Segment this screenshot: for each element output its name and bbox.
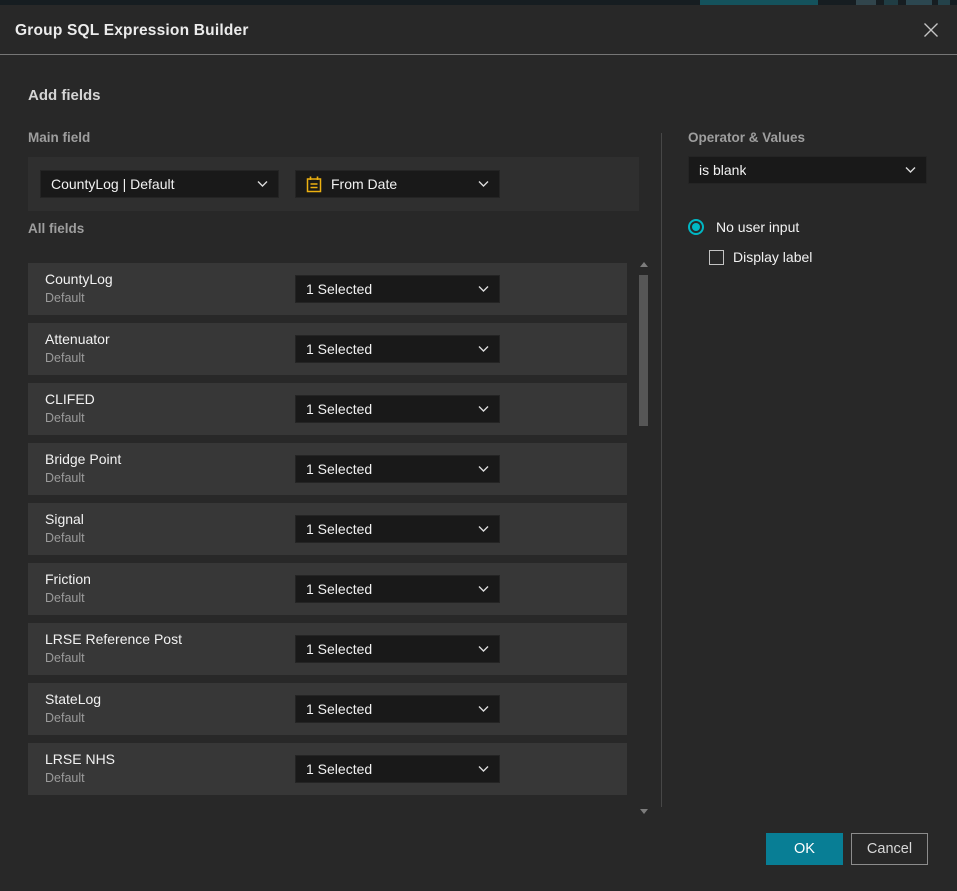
- field-values-select-value: 1 Selected: [306, 701, 372, 717]
- field-values-select-value: 1 Selected: [306, 581, 372, 597]
- cancel-button[interactable]: Cancel: [851, 833, 928, 865]
- titlebar-divider: [0, 54, 957, 55]
- field-values-select-value: 1 Selected: [306, 521, 372, 537]
- field-values-select[interactable]: 1 Selected: [295, 335, 500, 363]
- field-subtitle: Default: [45, 591, 85, 605]
- field-subtitle: Default: [45, 411, 85, 425]
- field-name: Friction: [45, 571, 91, 587]
- operator-values-label: Operator & Values: [688, 130, 805, 145]
- field-row: CountyLog Default 1 Selected: [28, 263, 627, 315]
- scrollbar-up-arrow-icon[interactable]: [640, 262, 648, 267]
- fields-list-scrollbar[interactable]: [639, 256, 649, 817]
- operator-select[interactable]: is blank: [688, 156, 927, 184]
- field-values-select[interactable]: 1 Selected: [295, 755, 500, 783]
- chevron-down-icon: [905, 167, 916, 174]
- field-values-select[interactable]: 1 Selected: [295, 695, 500, 723]
- field-values-select[interactable]: 1 Selected: [295, 515, 500, 543]
- field-values-select[interactable]: 1 Selected: [295, 455, 500, 483]
- field-values-select[interactable]: 1 Selected: [295, 395, 500, 423]
- operator-select-value: is blank: [699, 162, 746, 178]
- field-values-select-value: 1 Selected: [306, 401, 372, 417]
- chevron-down-icon: [478, 466, 489, 473]
- field-name: StateLog: [45, 691, 101, 707]
- panel-divider: [661, 133, 662, 807]
- field-row: StateLog Default 1 Selected: [28, 683, 627, 735]
- scrollbar-down-arrow-icon[interactable]: [640, 809, 648, 814]
- scrollbar-thumb[interactable]: [639, 275, 648, 426]
- radio-selected-icon: [688, 219, 704, 235]
- chevron-down-icon: [478, 706, 489, 713]
- chevron-down-icon: [478, 181, 489, 188]
- display-label-checkbox[interactable]: Display label: [709, 249, 812, 265]
- checkbox-unchecked-icon: [709, 250, 724, 265]
- field-row: Signal Default 1 Selected: [28, 503, 627, 555]
- field-name: CLIFED: [45, 391, 95, 407]
- chevron-down-icon: [478, 526, 489, 533]
- close-button[interactable]: [918, 19, 944, 45]
- all-fields-label: All fields: [28, 221, 84, 236]
- field-row: Attenuator Default 1 Selected: [28, 323, 627, 375]
- field-subtitle: Default: [45, 351, 85, 365]
- all-fields-list: CountyLog Default 1 Selected Attenuator …: [28, 263, 627, 803]
- field-values-select-value: 1 Selected: [306, 641, 372, 657]
- chevron-down-icon: [478, 346, 489, 353]
- layer-select-value: CountyLog | Default: [51, 176, 175, 192]
- field-values-select[interactable]: 1 Selected: [295, 575, 500, 603]
- field-subtitle: Default: [45, 531, 85, 545]
- main-field-select-value: From Date: [331, 176, 397, 192]
- add-fields-heading: Add fields: [28, 87, 101, 104]
- display-label-text: Display label: [733, 249, 812, 265]
- chevron-down-icon: [478, 646, 489, 653]
- field-row: Bridge Point Default 1 Selected: [28, 443, 627, 495]
- field-name: LRSE Reference Post: [45, 631, 182, 647]
- ok-button[interactable]: OK: [766, 833, 843, 865]
- no-user-input-label: No user input: [716, 219, 799, 235]
- field-values-select-value: 1 Selected: [306, 761, 372, 777]
- field-values-select-value: 1 Selected: [306, 461, 372, 477]
- field-subtitle: Default: [45, 651, 85, 665]
- field-row: Friction Default 1 Selected: [28, 563, 627, 615]
- field-row: LRSE NHS Default 1 Selected: [28, 743, 627, 795]
- field-row: CLIFED Default 1 Selected: [28, 383, 627, 435]
- dialog-title: Group SQL Expression Builder: [15, 22, 249, 40]
- field-row: LRSE Reference Post Default 1 Selected: [28, 623, 627, 675]
- no-user-input-radio[interactable]: No user input: [688, 219, 799, 235]
- field-name: Bridge Point: [45, 451, 121, 467]
- chevron-down-icon: [478, 766, 489, 773]
- field-values-select-value: 1 Selected: [306, 281, 372, 297]
- field-subtitle: Default: [45, 711, 85, 725]
- chevron-down-icon: [257, 181, 268, 188]
- layer-select[interactable]: CountyLog | Default: [40, 170, 279, 198]
- main-field-select[interactable]: From Date: [295, 170, 500, 198]
- chevron-down-icon: [478, 286, 489, 293]
- field-subtitle: Default: [45, 291, 85, 305]
- field-name: CountyLog: [45, 271, 113, 287]
- field-values-select[interactable]: 1 Selected: [295, 275, 500, 303]
- field-values-select[interactable]: 1 Selected: [295, 635, 500, 663]
- field-name: Attenuator: [45, 331, 110, 347]
- screen: Group SQL Expression Builder Add fields …: [0, 0, 957, 891]
- field-subtitle: Default: [45, 771, 85, 785]
- close-icon: [922, 21, 940, 44]
- field-name: LRSE NHS: [45, 751, 115, 767]
- main-field-panel: CountyLog | Default From Date: [28, 157, 639, 211]
- chevron-down-icon: [478, 406, 489, 413]
- field-values-select-value: 1 Selected: [306, 341, 372, 357]
- group-sql-expression-builder-dialog: Group SQL Expression Builder Add fields …: [0, 5, 957, 891]
- field-subtitle: Default: [45, 471, 85, 485]
- main-field-label: Main field: [28, 130, 90, 145]
- chevron-down-icon: [478, 586, 489, 593]
- calendar-icon: [306, 176, 322, 193]
- field-name: Signal: [45, 511, 84, 527]
